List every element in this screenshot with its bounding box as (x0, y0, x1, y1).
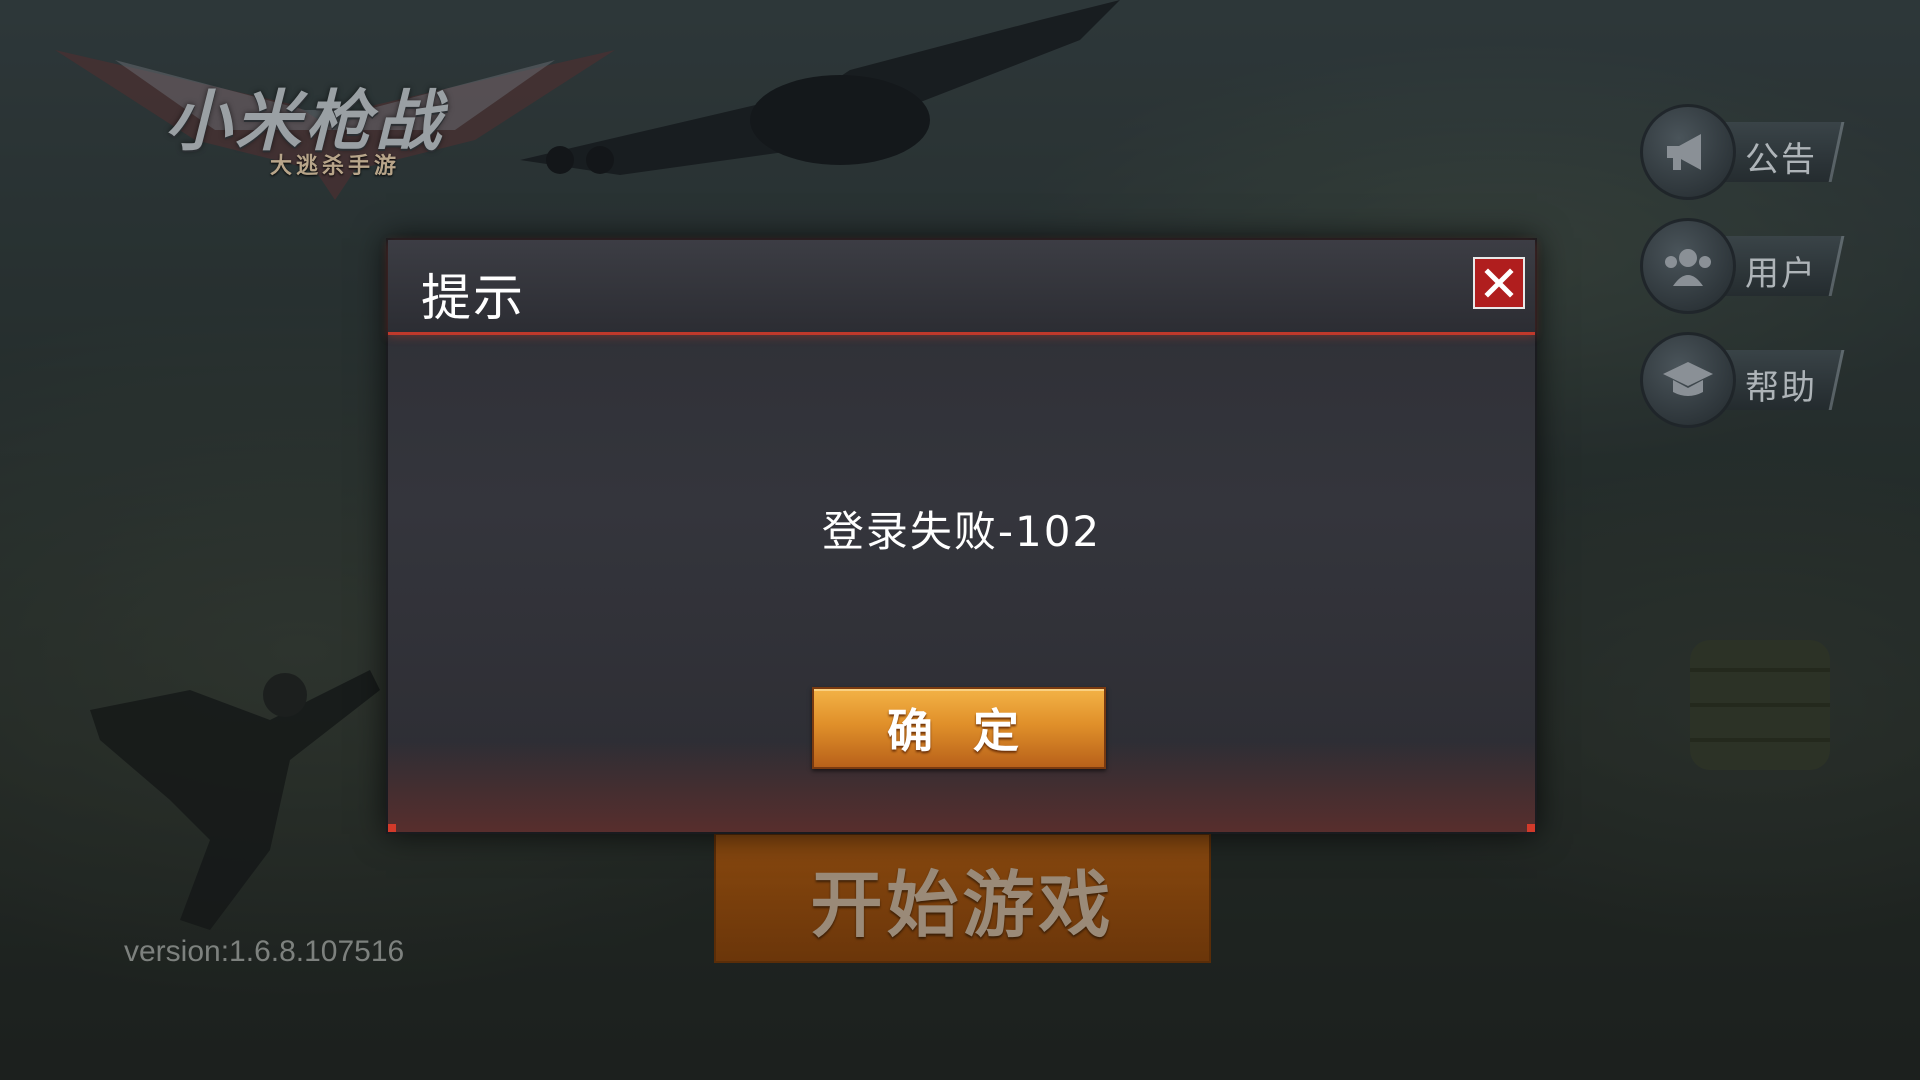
dialog-title: 提示 (421, 269, 525, 327)
graduation-cap-icon (1640, 332, 1736, 428)
user-label: 用户 (1745, 254, 1817, 294)
confirm-button[interactable]: 确 定 (812, 687, 1106, 769)
confirm-label: 确 定 (886, 704, 1031, 758)
user-button[interactable]: 用户 (1640, 218, 1870, 314)
alert-dialog: 提示 登录失败-102 确 定 (386, 238, 1537, 834)
start-game-label: 开始游戏 (810, 862, 1115, 947)
megaphone-icon (1640, 104, 1736, 200)
dialog-header: 提示 (388, 240, 1535, 335)
corner-accent (388, 824, 396, 832)
close-icon (1484, 268, 1514, 298)
start-game-button[interactable]: 开始游戏 (714, 833, 1211, 963)
help-button[interactable]: 帮助 (1640, 332, 1870, 428)
dialog-message: 登录失败-102 (821, 507, 1102, 556)
close-button[interactable] (1473, 257, 1525, 309)
corner-accent (1527, 824, 1535, 832)
users-icon (1640, 218, 1736, 314)
logo-subtitle: 大逃杀手游 (269, 154, 400, 179)
announcement-button[interactable]: 公告 (1640, 104, 1870, 200)
help-label: 帮助 (1745, 368, 1817, 408)
version-text: version:1.6.8.107516 (124, 935, 405, 968)
announcement-label: 公告 (1745, 140, 1817, 180)
